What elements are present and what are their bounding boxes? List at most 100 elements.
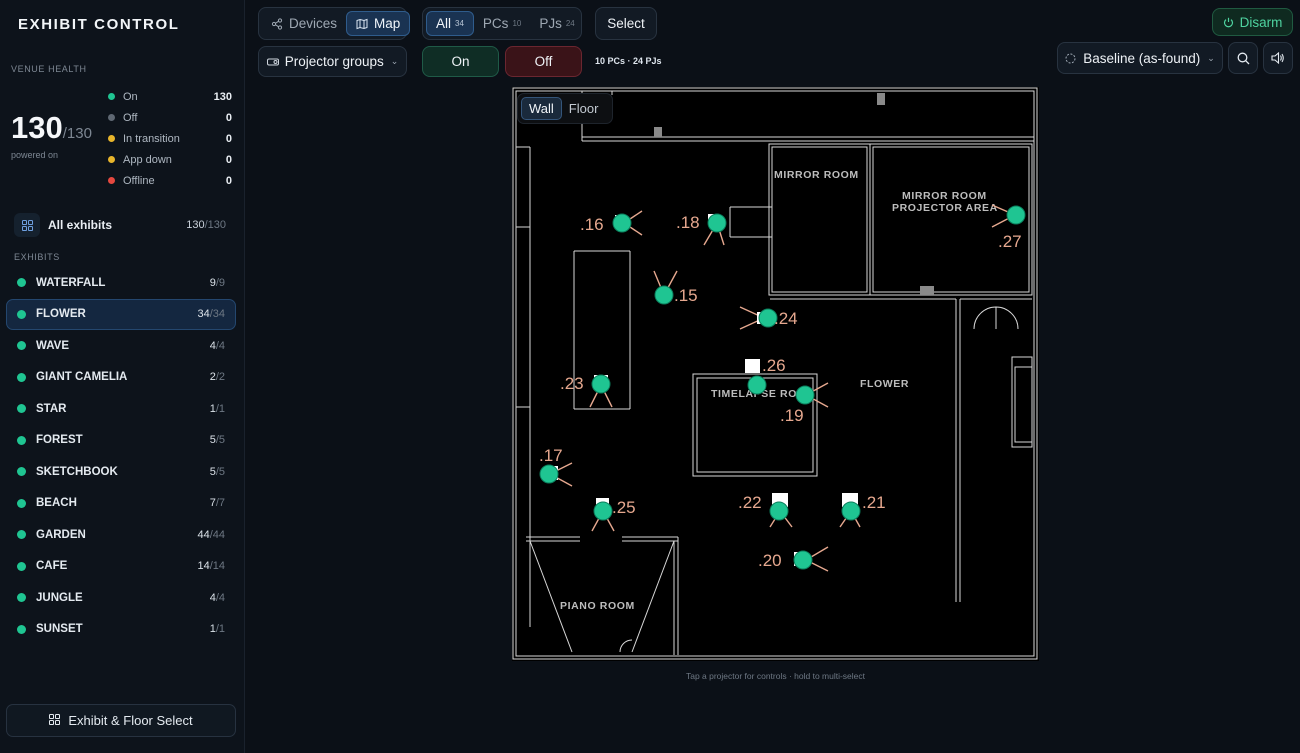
exhibit-forest[interactable]: FOREST 5/5: [6, 425, 236, 457]
exhibit-cafe[interactable]: CAFE 14/14: [6, 551, 236, 583]
audio-button[interactable]: [1263, 42, 1293, 74]
status-dot: [17, 309, 26, 319]
projector-label: .20: [758, 551, 782, 570]
status-dot: [108, 177, 115, 184]
status-dot: [17, 467, 26, 477]
powered-label: powered on: [11, 150, 59, 160]
projector-22[interactable]: .22: [738, 493, 793, 528]
exhibit-wave[interactable]: WAVE 4/4: [6, 330, 236, 362]
app-title: EXHIBIT CONTROL: [18, 16, 180, 33]
grid-icon: [14, 213, 40, 237]
status-dot: [17, 404, 26, 414]
venue-health-label: VENUE HEALTH: [11, 64, 87, 74]
baseline-icon: [1065, 53, 1076, 63]
exhibit-beach[interactable]: BEACH 7/7: [6, 488, 236, 520]
projector-21[interactable]: .21: [839, 493, 886, 528]
view-floor-button[interactable]: Floor: [562, 97, 606, 120]
projector-17[interactable]: .17: [539, 446, 573, 487]
all-exhibits-count: 130/130: [186, 219, 226, 231]
projector-20[interactable]: .20: [758, 546, 829, 572]
exhibit-sunset[interactable]: SUNSET 1/1: [6, 614, 236, 646]
exhibit-flower[interactable]: FLOWER 34/34: [6, 298, 236, 330]
exhibit-waterfall[interactable]: WATERFALL 9/9: [6, 267, 236, 299]
projector-label: .26: [762, 356, 786, 375]
exhibits-section-label: EXHIBITS: [14, 252, 60, 262]
select-button[interactable]: Select: [595, 7, 657, 40]
filter-pcs[interactable]: PCs 10: [474, 11, 530, 36]
floor-map[interactable]: MIRROR ROOM MIRROR ROOM PROJECTOR AREA T…: [512, 87, 1039, 661]
projector-label: .22: [738, 493, 762, 512]
projector-label: .17: [539, 446, 563, 465]
powered-count: 130/130: [11, 110, 92, 145]
projector-label: .18: [676, 213, 700, 232]
status-dot: [17, 624, 26, 634]
wall-floor-toggle: Wall Floor: [517, 93, 613, 124]
status-dot: [17, 561, 26, 571]
filter-pjs[interactable]: PJs 24: [530, 11, 583, 36]
all-exhibits-label: All exhibits: [48, 218, 113, 232]
projector-label: .27: [998, 232, 1022, 251]
projector-16[interactable]: .16: [580, 210, 643, 236]
floor-select-label: Exhibit & Floor Select: [68, 713, 193, 728]
map-icon: [356, 18, 368, 29]
sidebar: EXHIBIT CONTROL VENUE HEALTH 130/130 pow…: [0, 0, 245, 753]
baseline-dropdown[interactable]: Baseline (as-found) ⌄: [1057, 42, 1223, 74]
status-dot: [17, 341, 26, 351]
exhibit-list: WATERFALL 9/9 FLOWER 34/34 WAVE 4/4 GIANT C…: [6, 267, 236, 645]
search-icon: [1237, 52, 1249, 64]
device-counts: 10 PCs · 24 PJs: [595, 56, 662, 66]
view-wall-button[interactable]: Wall: [521, 97, 562, 120]
exhibit-garden[interactable]: GARDEN 44/44: [6, 519, 236, 551]
status-dot: [17, 593, 26, 603]
exhibit-star[interactable]: STAR 1/1: [6, 393, 236, 425]
status-dot: [17, 498, 26, 508]
all-exhibits-item[interactable]: All exhibits 130/130: [14, 212, 232, 238]
health-status-list: On 130 Off 0 In transition 0 App down 0 Offl…: [108, 86, 232, 191]
view-mode-switch: Devices Map: [258, 7, 411, 40]
projector-18[interactable]: .18: [676, 213, 727, 246]
filter-all[interactable]: All 34: [426, 11, 474, 36]
device-filter: All 34 PCs 10 PJs 24: [422, 7, 582, 40]
status-dot: [17, 435, 26, 445]
projector-23[interactable]: .23: [560, 374, 613, 408]
room-label-mirror-projector: MIRROR ROOM: [902, 190, 987, 202]
room-label-mirror-room: MIRROR ROOM: [774, 169, 859, 181]
disarm-button[interactable]: Disarm: [1212, 8, 1293, 36]
projector-groups-dropdown[interactable]: Projector groups ⌄: [258, 46, 407, 77]
chevron-down-icon: ⌄: [390, 56, 399, 66]
exhibit-floor-select-button[interactable]: Exhibit & Floor Select: [6, 704, 236, 737]
exhibit-jungle[interactable]: JUNGLE 4/4: [6, 582, 236, 614]
map-tab[interactable]: Map: [346, 11, 411, 36]
power-off-button[interactable]: Off: [505, 46, 582, 77]
devices-tab[interactable]: Devices: [262, 11, 346, 36]
status-dot: [17, 372, 26, 382]
room-label-projector-area: PROJECTOR AREA: [892, 202, 998, 214]
projector-label: .19: [780, 406, 804, 425]
projector-25[interactable]: .25: [591, 498, 636, 532]
status-app-down: App down 0: [108, 149, 232, 170]
status-on: On 130: [108, 86, 232, 107]
nodes-icon: [271, 17, 283, 30]
status-dot: [108, 114, 115, 121]
chevron-down-icon: ⌄: [1207, 52, 1215, 63]
search-button[interactable]: [1228, 42, 1258, 74]
status-offline: Offline 0: [108, 170, 232, 191]
projector-15[interactable]: .15: [653, 270, 698, 305]
grid-icon: [49, 713, 61, 728]
projector-label: .21: [862, 493, 886, 512]
status-off: Off 0: [108, 107, 232, 128]
speaker-icon: [1271, 52, 1284, 64]
map-hint: Tap a projector for controls · hold to m…: [685, 671, 866, 681]
projector-label: .15: [674, 286, 698, 305]
exhibit-sketchbook[interactable]: SKETCHBOOK 5/5: [6, 456, 236, 488]
status-dot: [108, 156, 115, 163]
room-label-flower: FLOWER: [860, 378, 909, 390]
projector-label: .24: [774, 309, 798, 328]
projector-24[interactable]: .24: [739, 306, 798, 330]
status-dot: [108, 135, 115, 142]
exhibit-giant-camelia[interactable]: GIANT CAMELIA 2/2: [6, 362, 236, 394]
power-on-button[interactable]: On: [422, 46, 499, 77]
room-label-piano: PIANO ROOM: [560, 600, 635, 612]
status-dot: [17, 530, 26, 540]
power-icon: [1223, 17, 1233, 27]
